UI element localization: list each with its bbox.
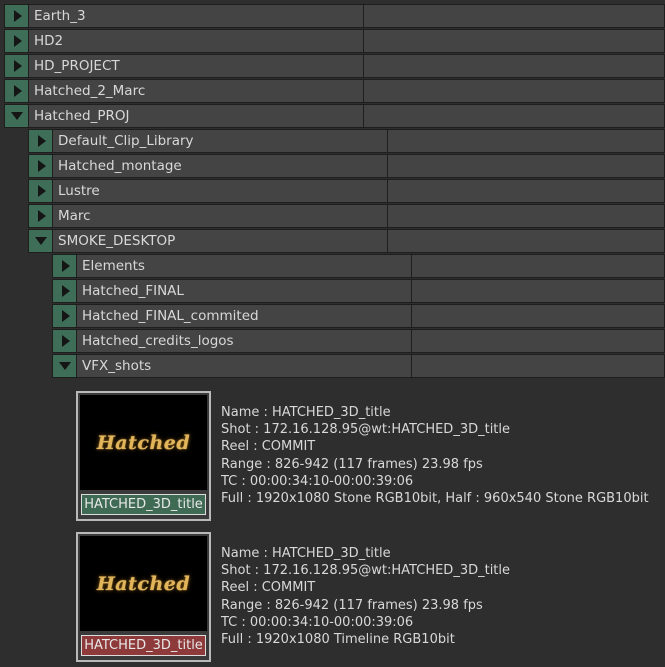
tree-row-hatched-montage[interactable]: Hatched_montage [28,154,665,178]
thumbnail-title-text: Hatched [96,431,191,454]
triangle-right-icon [37,135,46,147]
tree-row-filler [412,330,664,352]
clip-info-line: TC : 00:00:34:10-00:00:39:06 [221,473,414,489]
tree-row-filler [364,55,664,77]
expand-toggle[interactable] [5,55,29,77]
expand-toggle[interactable] [53,255,77,277]
expand-toggle[interactable] [53,280,77,302]
tree-row-label: SMOKE_DESKTOP [53,230,388,252]
tree-row-label: Elements [77,255,412,277]
clip-info-line: Full : 1920x1080 Timeline RGB10bit [221,631,455,647]
clip-name-label: HATCHED_3D_title [81,635,206,656]
clip-info-line: Range : 826-942 (117 frames) 23.98 fps [221,456,483,472]
tree-row-label: Hatched_2_Marc [29,80,364,102]
tree-row-filler [388,130,664,152]
expand-toggle[interactable] [5,80,29,102]
tree-row-label: Hatched_FINAL [77,280,412,302]
tree-row-label: Lustre [53,180,388,202]
triangle-right-icon [13,35,22,47]
clip-thumbnail: Hatched [80,536,207,631]
clip-info-line: TC : 00:00:34:10-00:00:39:06 [221,614,414,630]
tree-row-label: HD_PROJECT [29,55,364,77]
clip-name-label: HATCHED_3D_title [81,494,206,515]
tree-row-label: Hatched_credits_logos [77,330,412,352]
tree-row-filler [412,355,664,377]
triangle-right-icon [37,185,46,197]
tree-row-label: Earth_3 [29,5,364,27]
tree-row-label: VFX_shots [77,355,412,377]
triangle-right-icon [61,260,70,272]
clip-thumbnail: Hatched [80,395,207,490]
triangle-right-icon [13,10,22,22]
expand-toggle[interactable] [29,155,53,177]
collapse-toggle[interactable] [5,105,29,127]
expand-toggle[interactable] [53,330,77,352]
clip-info-line: Reel : COMMIT [221,439,316,455]
tree-row-hd2[interactable]: HD2 [4,29,665,53]
triangle-right-icon [61,335,70,347]
tree-row-filler [412,255,664,277]
clip-tile-1[interactable]: Hatched HATCHED_3D_title [76,391,211,521]
triangle-down-icon [58,362,71,370]
tree-row-filler [412,280,664,302]
expand-toggle[interactable] [29,180,53,202]
clip-info-2: Name : HATCHED_3D_title Shot : 172.16.12… [221,545,510,648]
tree-row-hatched-proj[interactable]: Hatched_PROJ [4,104,665,128]
collapse-toggle[interactable] [29,230,53,252]
tree-row-hatched-final[interactable]: Hatched_FINAL [52,279,665,303]
expand-toggle[interactable] [29,205,53,227]
triangle-down-icon [10,112,23,120]
tree-row-hatched-final-commited[interactable]: Hatched_FINAL_commited [52,304,665,328]
tree-row-filler [364,105,664,127]
triangle-down-icon [34,237,47,245]
expand-toggle[interactable] [53,305,77,327]
tree-row-label: Hatched_montage [53,155,388,177]
tree-row-filler [388,155,664,177]
tree-row-label: HD2 [29,30,364,52]
tree-row-label: Default_Clip_Library [53,130,388,152]
collapse-toggle[interactable] [53,355,77,377]
tree-row-smoke-desktop[interactable]: SMOKE_DESKTOP [28,229,665,253]
triangle-right-icon [37,160,46,172]
tree-row-filler [388,180,664,202]
clip-info-line: Full : 1920x1080 Stone RGB10bit, Half : … [221,490,649,506]
clip-info-line: Range : 826-942 (117 frames) 23.98 fps [221,597,483,613]
triangle-right-icon [61,310,70,322]
tree-row-label: Hatched_PROJ [29,105,364,127]
tree-row-filler [388,230,664,252]
tree-row-marc[interactable]: Marc [28,204,665,228]
tree-row-label: Marc [53,205,388,227]
expand-toggle[interactable] [5,5,29,27]
triangle-right-icon [61,285,70,297]
clip-info-1: Name : HATCHED_3D_title Shot : 172.16.12… [221,404,649,507]
clip-info-line: Reel : COMMIT [221,580,316,596]
tree-row-hatched-2-marc[interactable]: Hatched_2_Marc [4,79,665,103]
tree-row-hatched-credits-logos[interactable]: Hatched_credits_logos [52,329,665,353]
tree-row-filler [364,30,664,52]
tree-row-earth-3[interactable]: Earth_3 [4,4,665,28]
triangle-right-icon [13,85,22,97]
tree-row-filler [364,5,664,27]
clip-info-line: Shot : 172.16.128.95@wt:HATCHED_3D_title [221,563,511,579]
triangle-right-icon [13,60,22,72]
expand-toggle[interactable] [29,130,53,152]
triangle-right-icon [37,210,46,222]
expand-toggle[interactable] [5,30,29,52]
tree-row-filler [388,205,664,227]
tree-row-hd-project[interactable]: HD_PROJECT [4,54,665,78]
tree-row-label: Hatched_FINAL_commited [77,305,412,327]
clip-tile-2[interactable]: Hatched HATCHED_3D_title [76,532,211,662]
tree-row-filler [364,80,664,102]
clip-info-line: Name : HATCHED_3D_title [221,405,391,420]
clip-info-line: Name : HATCHED_3D_title [221,546,391,561]
tree-row-default-clip-library[interactable]: Default_Clip_Library [28,129,665,153]
tree-row-filler [412,305,664,327]
tree-row-vfx-shots[interactable]: VFX_shots [52,354,665,378]
tree-row-elements[interactable]: Elements [52,254,665,278]
tree-row-lustre[interactable]: Lustre [28,179,665,203]
thumbnail-title-text: Hatched [96,572,191,595]
clip-info-line: Shot : 172.16.128.95@wt:HATCHED_3D_title [221,422,511,438]
